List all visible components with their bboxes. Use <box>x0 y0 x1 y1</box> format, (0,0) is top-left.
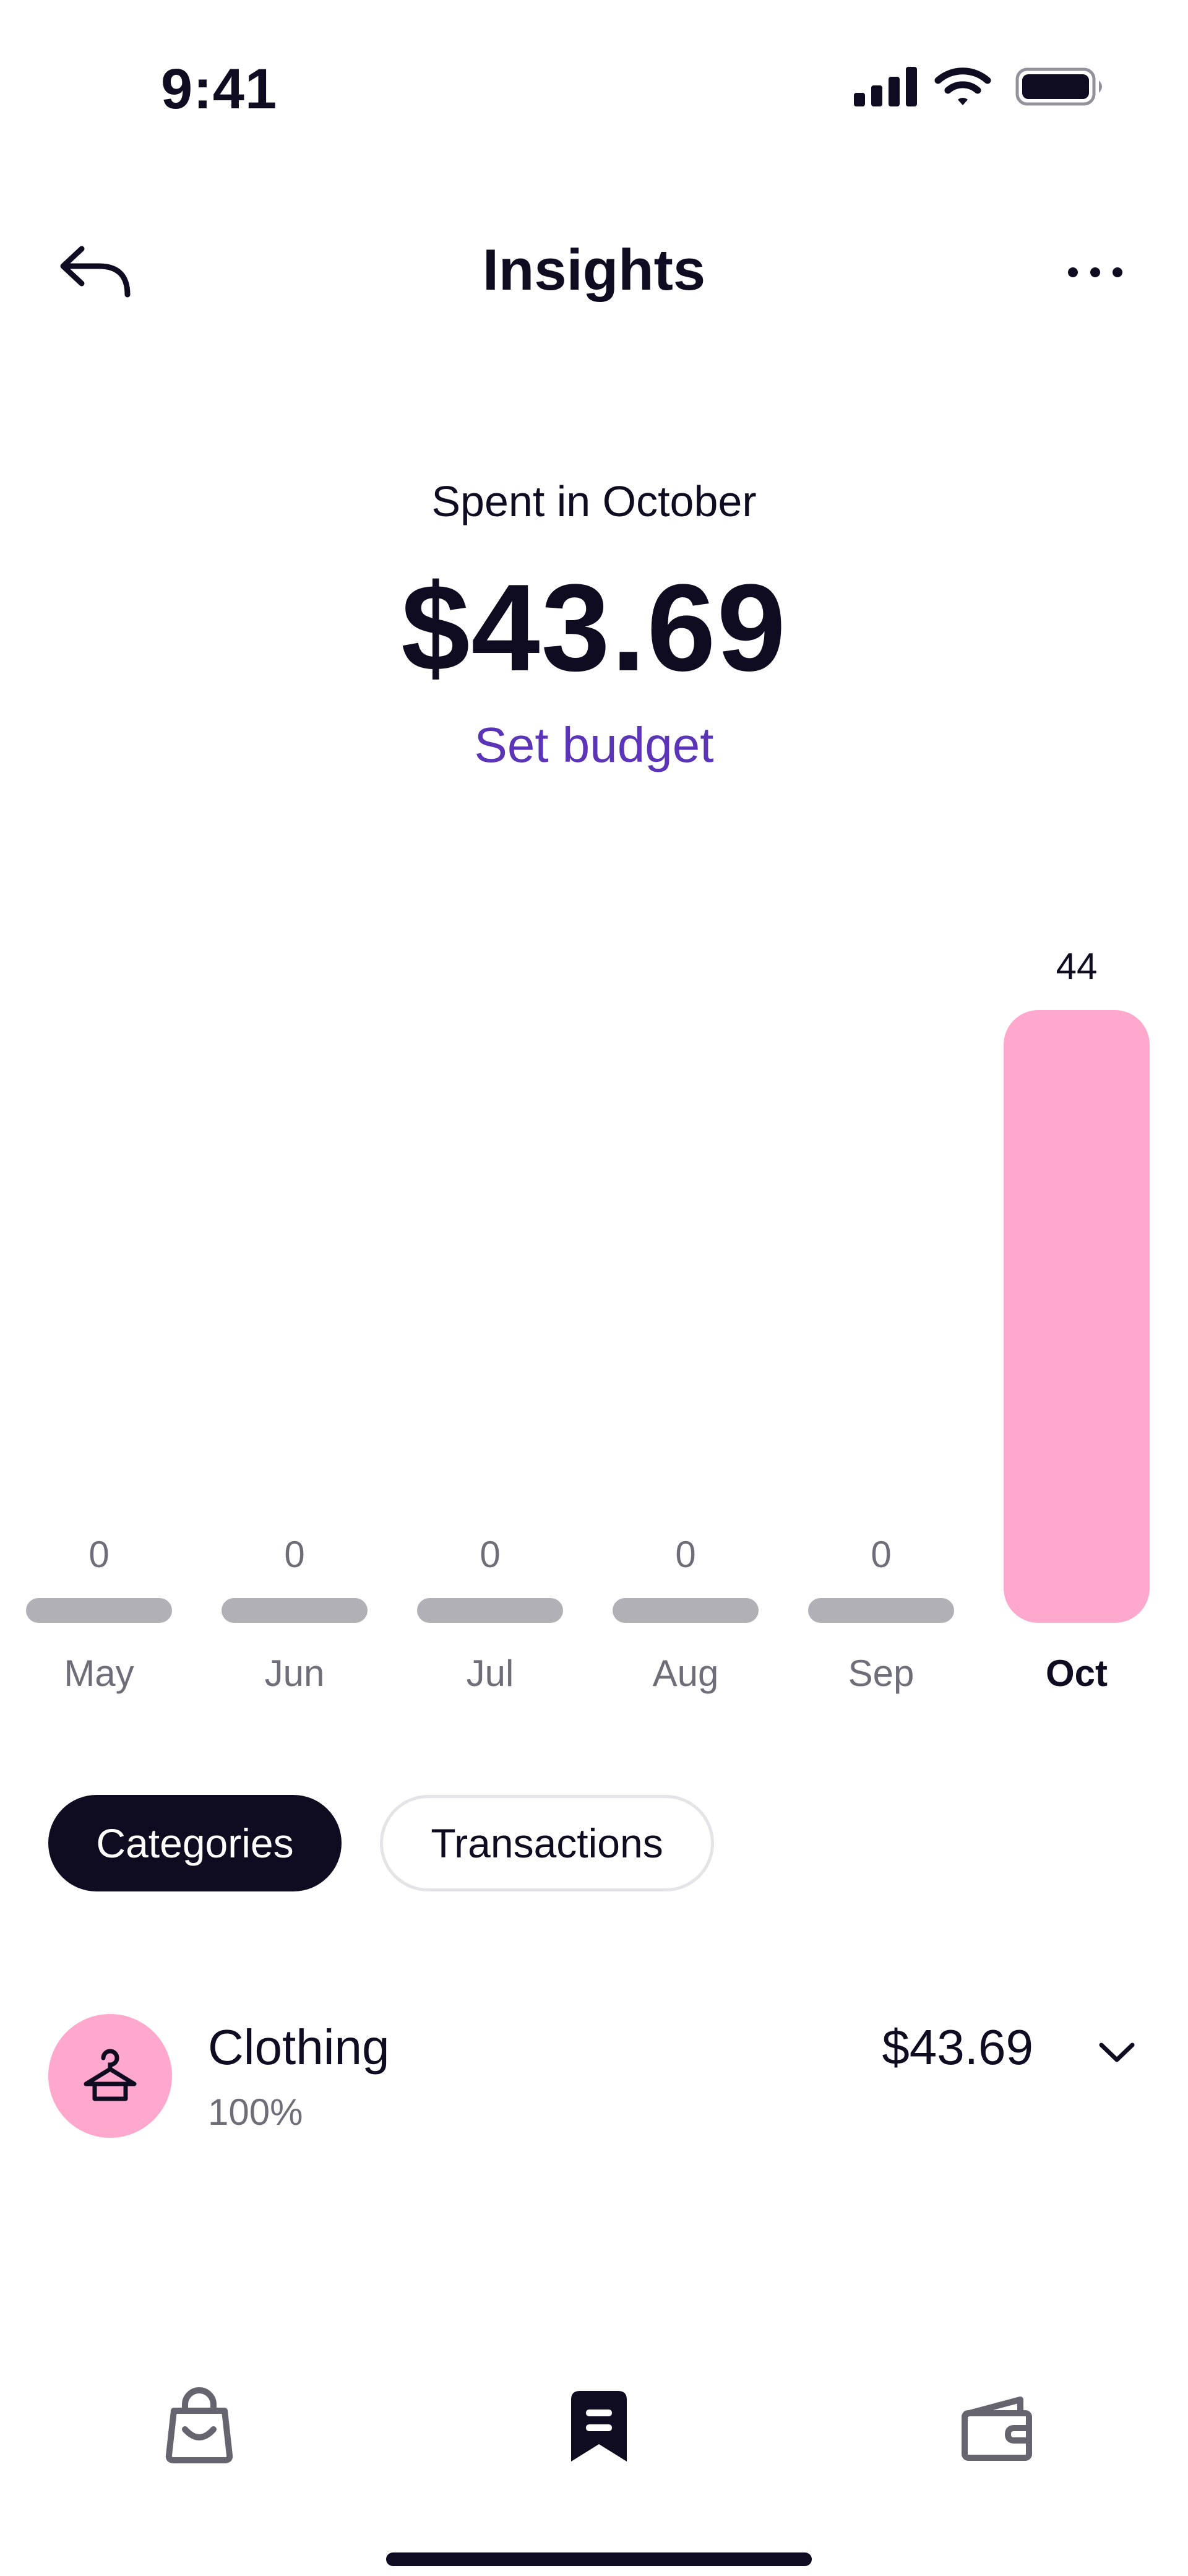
category-row-clothing[interactable]: Clothing 100% $43.69 <box>0 2005 1188 2154</box>
battery-icon <box>1015 67 1102 106</box>
more-dots-icon <box>1068 267 1122 277</box>
spent-label: Spent in October <box>431 477 757 525</box>
chart-tick-label: Jun <box>265 1653 325 1694</box>
cellular-signal-icon <box>854 67 917 106</box>
chart-bar-sep[interactable] <box>808 1598 954 1623</box>
category-avatar <box>48 2014 172 2138</box>
shopping-bag-icon <box>165 2387 233 2463</box>
tab-transactions[interactable]: Transactions <box>380 1795 714 1891</box>
chart-tick-label: Oct <box>1046 1653 1108 1694</box>
hanger-icon <box>84 2049 137 2101</box>
chart-tick-label: Aug <box>653 1653 719 1694</box>
more-options-button[interactable] <box>1058 248 1132 297</box>
chart-tick-label: Sep <box>848 1653 915 1694</box>
tab-categories[interactable]: Categories <box>48 1795 342 1891</box>
chart-tick-label: May <box>64 1653 134 1694</box>
chart-bar-aug[interactable] <box>613 1598 759 1623</box>
chart-bar-oct[interactable] <box>1004 1010 1150 1623</box>
set-budget-link[interactable]: Set budget <box>0 717 1188 774</box>
receipt-icon <box>571 2391 627 2461</box>
tab-wallet[interactable] <box>947 2377 1046 2476</box>
chart-data-label: 0 <box>871 1534 891 1575</box>
chart-tick-label: Jul <box>467 1653 514 1694</box>
spent-amount: $43.69 <box>401 559 787 697</box>
wallet-icon <box>962 2397 1032 2461</box>
status-time: 9:41 <box>161 58 278 121</box>
tab-receipts[interactable] <box>549 2377 648 2476</box>
category-name: Clothing <box>208 2020 390 2075</box>
chart-bar-jun[interactable] <box>222 1598 368 1623</box>
chart-data-label: 44 <box>1056 946 1098 987</box>
tab-shop[interactable] <box>150 2377 249 2476</box>
status-icons <box>854 67 1102 106</box>
category-percent: 100% <box>208 2091 303 2133</box>
chart-data-label: 0 <box>284 1534 304 1575</box>
chart-bar-jul[interactable] <box>417 1598 563 1623</box>
category-amount: $43.69 <box>882 2020 1033 2075</box>
home-indicator <box>386 2552 812 2566</box>
chevron-down-icon <box>1099 2042 1135 2062</box>
chart-bar-may[interactable] <box>26 1598 172 1623</box>
chart-data-label: 0 <box>88 1534 109 1575</box>
monthly-spending-chart: 0 May 0 Jun 0 Jul 0 Aug 0 Sep 44 Oct <box>26 946 1150 1694</box>
chart-data-label: 0 <box>480 1534 500 1575</box>
wifi-icon <box>934 67 991 105</box>
chart-data-label: 0 <box>675 1534 695 1575</box>
page-title: Insights <box>482 237 706 302</box>
